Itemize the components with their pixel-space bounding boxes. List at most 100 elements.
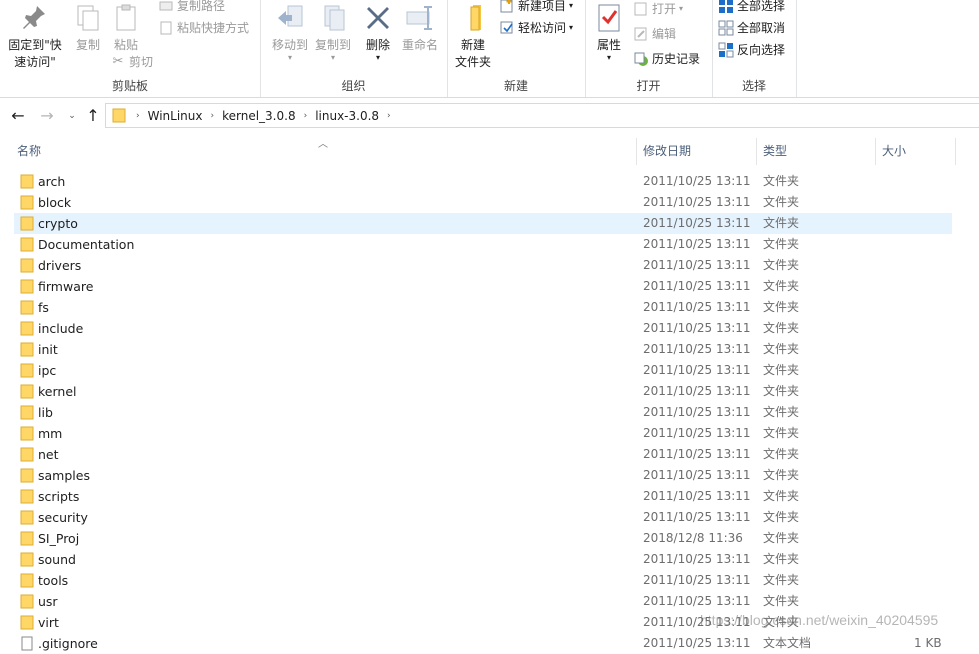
- file-name: include: [38, 321, 84, 336]
- file-name: .gitignore: [38, 636, 98, 651]
- delete-label: 删除: [365, 38, 390, 52]
- breadcrumb-item[interactable]: linux-3.0.8: [311, 109, 383, 123]
- properties-button[interactable]: 属性 ▾: [587, 0, 631, 62]
- file-type: 文件夹: [763, 300, 800, 314]
- copy-to-dropdown-icon: ▾: [330, 53, 335, 62]
- rename-button[interactable]: 重命名: [394, 0, 446, 54]
- file-type: 文件夹: [763, 426, 800, 440]
- history-button[interactable]: 历史记录: [633, 49, 700, 69]
- file-row[interactable]: firmware 2011/10/25 13:11 文件夹: [14, 276, 952, 297]
- up-button[interactable]: ↑: [83, 106, 103, 126]
- breadcrumb-separator-icon: ›: [210, 110, 215, 121]
- file-type: 文件夹: [763, 531, 800, 545]
- file-row[interactable]: include 2011/10/25 13:11 文件夹: [14, 318, 952, 339]
- column-date[interactable]: 修改日期: [636, 138, 756, 165]
- paste-shortcut-button[interactable]: 粘贴快捷方式: [158, 18, 249, 38]
- breadcrumb-item[interactable]: WinLinux: [144, 109, 207, 123]
- file-row[interactable]: lib 2011/10/25 13:11 文件夹: [14, 402, 952, 423]
- column-name[interactable]: 名称: [11, 138, 636, 165]
- file-row[interactable]: fs 2011/10/25 13:11 文件夹: [14, 297, 952, 318]
- easy-access-button[interactable]: 轻松访问 ▾: [499, 18, 573, 38]
- watermark: https://blog.csdn.net/weixin_40204595: [700, 612, 939, 628]
- select-none-label: 全部取消: [737, 21, 786, 35]
- file-row[interactable]: samples 2011/10/25 13:11 文件夹: [14, 465, 952, 486]
- forward-arrow-icon: →: [40, 106, 54, 125]
- file-row[interactable]: block 2011/10/25 13:11 文件夹: [14, 192, 952, 213]
- move-to-label: 移动到: [271, 38, 308, 52]
- file-name: mm: [38, 426, 63, 441]
- file-type: 文件夹: [763, 384, 800, 398]
- new-item-button[interactable]: 新建项目 ▾: [499, 0, 573, 16]
- folder-icon: [20, 468, 34, 483]
- edit-button[interactable]: 编辑: [633, 24, 676, 44]
- file-row[interactable]: init 2011/10/25 13:11 文件夹: [14, 339, 952, 360]
- clipboard-group: 固定到"快速访问" 复制 粘贴 复制路径 粘贴快捷方式 ✂ 剪切 剪贴板: [0, 0, 261, 97]
- file-name: firmware: [38, 279, 94, 294]
- rename-icon: [406, 6, 432, 30]
- navigation-bar: ← → ⌄ ↑ › WinLinux › kernel_3.0.8 › linu…: [0, 100, 979, 132]
- folder-icon: [20, 426, 34, 441]
- select-none-button[interactable]: 全部取消: [718, 18, 785, 38]
- file-date: 2011/10/25 13:11: [643, 237, 751, 251]
- column-type[interactable]: 类型: [756, 138, 875, 165]
- back-button[interactable]: ←: [8, 106, 28, 126]
- file-row[interactable]: mm 2011/10/25 13:11 文件夹: [14, 423, 952, 444]
- open-button[interactable]: 打开 ▾: [633, 0, 683, 19]
- file-row[interactable]: kernel 2011/10/25 13:11 文件夹: [14, 381, 952, 402]
- copy-path-button[interactable]: 复制路径: [158, 0, 225, 16]
- column-divider[interactable]: [955, 138, 956, 165]
- breadcrumb-item[interactable]: kernel_3.0.8: [218, 109, 299, 123]
- file-row[interactable]: sound 2011/10/25 13:11 文件夹: [14, 549, 952, 570]
- copy-to-button[interactable]: 复制到 ▾: [306, 0, 360, 62]
- copy-to-label: 复制到: [314, 38, 351, 52]
- cut-button[interactable]: ✂ 剪切: [110, 52, 153, 72]
- column-size[interactable]: 大小: [875, 138, 955, 165]
- file-row[interactable]: .gitignore 2011/10/25 13:11 文本文档 1 KB: [14, 633, 952, 654]
- file-type: 文件夹: [763, 468, 800, 482]
- file-row[interactable]: ipc 2011/10/25 13:11 文件夹: [14, 360, 952, 381]
- folder-icon: [20, 405, 34, 420]
- file-type: 文件夹: [763, 258, 800, 272]
- chevron-down-icon: ⌄: [68, 111, 76, 121]
- file-name: Documentation: [38, 237, 135, 252]
- file-row[interactable]: crypto 2011/10/25 13:11 文件夹: [14, 213, 952, 234]
- invert-selection-button[interactable]: 反向选择: [718, 40, 785, 60]
- file-date: 2011/10/25 13:11: [643, 258, 751, 272]
- pin-quick-access-button[interactable]: 固定到"快速访问": [6, 0, 64, 71]
- file-row[interactable]: arch 2011/10/25 13:11 文件夹: [14, 171, 952, 192]
- file-row[interactable]: net 2011/10/25 13:11 文件夹: [14, 444, 952, 465]
- paste-shortcut-label: 粘贴快捷方式: [177, 21, 250, 35]
- file-row[interactable]: SI_Proj 2018/12/8 11:36 文件夹: [14, 528, 952, 549]
- copy-path-label: 复制路径: [177, 0, 226, 13]
- new-folder-button[interactable]: 新建 文件夹: [449, 0, 497, 71]
- forward-button[interactable]: →: [37, 106, 57, 126]
- folder-icon: [20, 573, 34, 588]
- paste-button[interactable]: 粘贴: [100, 0, 152, 54]
- file-row[interactable]: scripts 2011/10/25 13:11 文件夹: [14, 486, 952, 507]
- address-bar[interactable]: › WinLinux › kernel_3.0.8 › linux-3.0.8 …: [105, 103, 979, 128]
- file-row[interactable]: drivers 2011/10/25 13:11 文件夹: [14, 255, 952, 276]
- select-all-button[interactable]: 全部选择: [718, 0, 785, 16]
- file-row[interactable]: security 2011/10/25 13:11 文件夹: [14, 507, 952, 528]
- edit-icon: [634, 27, 647, 41]
- file-date: 2011/10/25 13:11: [643, 573, 751, 587]
- file-name: init: [38, 342, 58, 357]
- pin-label: 固定到"快速访问": [8, 38, 62, 69]
- easy-access-dropdown-icon: ▾: [569, 23, 574, 32]
- paste-icon: [116, 4, 136, 31]
- history-icon: [634, 52, 648, 66]
- file-date: 2011/10/25 13:11: [643, 363, 751, 377]
- new-item-icon: [500, 0, 513, 13]
- open-group: 属性 ▾ 打开 ▾ 编辑 历史记录 打开: [585, 0, 713, 97]
- file-name: arch: [38, 174, 66, 189]
- file-name: security: [38, 510, 88, 525]
- file-row[interactable]: usr 2011/10/25 13:11 文件夹: [14, 591, 952, 612]
- file-row[interactable]: tools 2011/10/25 13:11 文件夹: [14, 570, 952, 591]
- file-name: fs: [38, 300, 49, 315]
- file-row[interactable]: Documentation 2011/10/25 13:11 文件夹: [14, 234, 952, 255]
- file-name: crypto: [38, 216, 78, 231]
- scissors-icon: ✂: [112, 54, 124, 69]
- new-item-label: 新建项目: [518, 0, 567, 13]
- recent-locations-button[interactable]: ⌄: [62, 106, 82, 126]
- file-name: kernel: [38, 384, 77, 399]
